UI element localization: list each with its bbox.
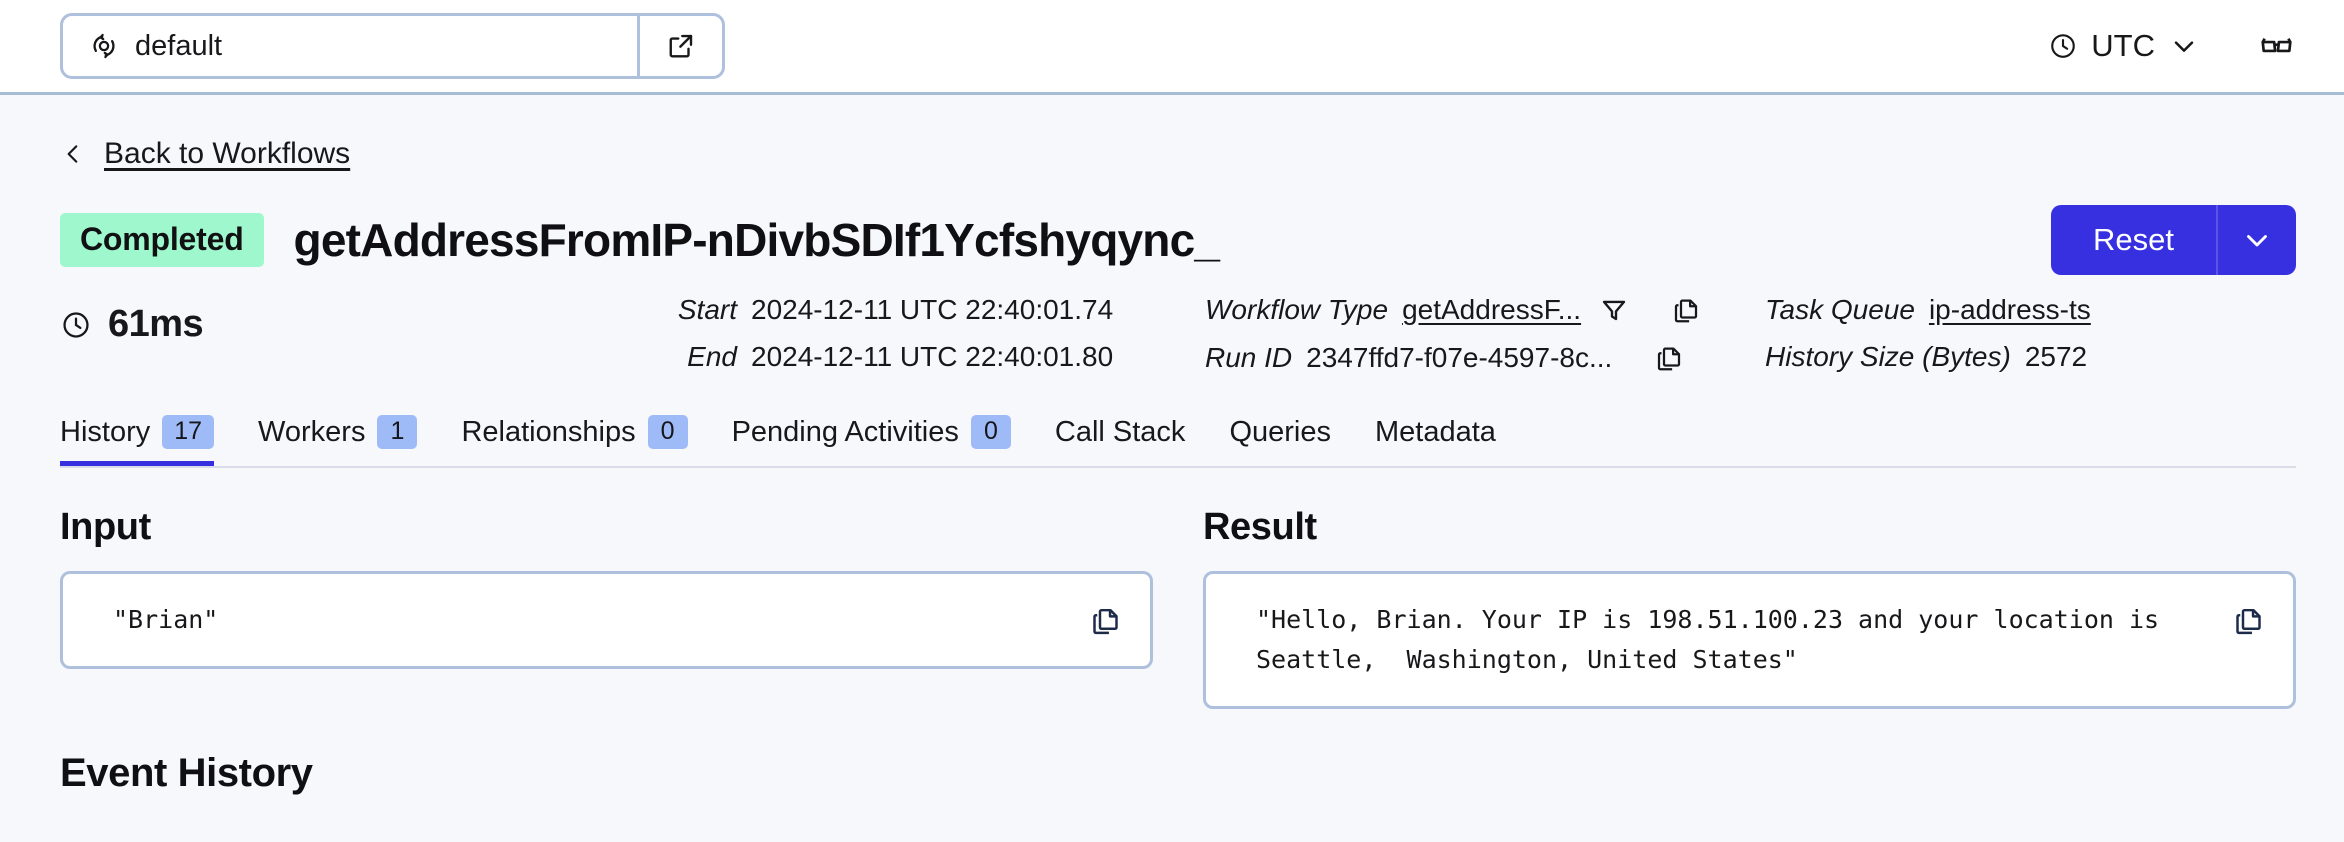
meta-column-times: Start 2024-12-11 UTC 22:40:01.74 End 202…: [645, 295, 1205, 372]
chevron-left-icon: [60, 141, 86, 167]
workflow-tabs: History 17 Workers 1 Relationships 0 Pen…: [60, 415, 2296, 469]
tab-metadata[interactable]: Metadata: [1375, 416, 1496, 466]
copy-icon: [1654, 343, 1684, 373]
meta-end: End 2024-12-11 UTC 22:40:01.80: [645, 341, 1205, 373]
top-bar: default UTC: [0, 0, 2344, 95]
meta-start: Start 2024-12-11 UTC 22:40:01.74: [645, 294, 1205, 325]
tab-relationships[interactable]: Relationships 0: [461, 415, 688, 466]
duration-value: 61ms: [108, 303, 204, 345]
workflow-detail-page: Back to Workflows Completed getAddressFr…: [0, 137, 2344, 796]
namespace-selector[interactable]: default: [60, 13, 725, 79]
clock-icon: [60, 309, 92, 341]
meta-column-identity: Workflow Type getAddressF... Run ID 2347…: [1205, 295, 1765, 373]
namespace-external-link-button[interactable]: [637, 16, 722, 76]
meta-history-size-label: History Size (Bytes): [1765, 341, 2011, 373]
clock-icon: [2048, 31, 2078, 61]
input-panel: Input "Brian": [60, 506, 1153, 709]
copy-workflow-type-button[interactable]: [1671, 295, 1701, 325]
tab-relationships-badge: 0: [647, 415, 688, 450]
meta-history-size: History Size (Bytes) 2572: [1765, 341, 2296, 373]
tab-queries[interactable]: Queries: [1229, 416, 1331, 466]
workflow-title-row: Completed getAddressFromIP-nDivbSDIf1Ycf…: [60, 205, 2296, 275]
reading-mode-button[interactable]: [2258, 27, 2296, 65]
result-value: "Hello, Brian. Your IP is 198.51.100.23 …: [1256, 605, 2160, 675]
chevron-down-icon: [2168, 30, 2200, 62]
result-panel-title: Result: [1203, 506, 1317, 549]
input-value: "Brian": [113, 605, 219, 635]
meta-task-queue: Task Queue ip-address-ts: [1765, 294, 2296, 325]
tab-call-stack-label: Call Stack: [1054, 416, 1186, 449]
tab-queries-label: Queries: [1229, 416, 1331, 449]
tab-pending-activities-badge: 0: [970, 415, 1011, 450]
result-panel: Result "Hello, Brian. Your IP is 198.51.…: [1203, 506, 2296, 710]
tab-relationships-label: Relationships: [461, 415, 636, 448]
copy-icon: [2232, 604, 2265, 637]
meta-history-size-value: 2572: [2024, 341, 2088, 373]
meta-task-queue-label: Task Queue: [1765, 294, 1915, 325]
reset-button-group: Reset: [2051, 205, 2296, 275]
tab-pending-activities[interactable]: Pending Activities 0: [732, 415, 1011, 466]
workflow-meta-row: 61ms Start 2024-12-11 UTC 22:40:01.74 En…: [60, 295, 2296, 373]
meta-workflow-type-value[interactable]: getAddressF...: [1402, 295, 1581, 325]
namespace-sync-icon: [89, 31, 119, 61]
workflow-duration: 61ms: [60, 295, 645, 346]
namespace-value: default: [135, 29, 223, 62]
meta-workflow-type: Workflow Type getAddressF...: [1205, 295, 1765, 325]
input-code-box: "Brian": [60, 571, 1153, 670]
meta-start-label: Start: [677, 294, 737, 325]
copy-run-id-button[interactable]: [1654, 343, 1684, 373]
reset-options-button[interactable]: [2216, 205, 2296, 275]
meta-run-id: Run ID 2347ffd7-f07e-4597-8c...: [1205, 343, 1765, 373]
top-bar-right-controls: UTC: [2048, 27, 2296, 65]
page-title: getAddressFromIP-nDivbSDIf1Ycfshyqync_: [293, 214, 1220, 266]
filter-icon: [1599, 295, 1629, 325]
reset-button[interactable]: Reset: [2051, 205, 2216, 275]
namespace-select-button[interactable]: default: [63, 16, 637, 76]
tab-history[interactable]: History 17: [60, 415, 215, 467]
tab-workers[interactable]: Workers 1: [258, 415, 418, 466]
timezone-selector[interactable]: UTC: [2048, 28, 2200, 64]
tab-call-stack[interactable]: Call Stack: [1055, 416, 1186, 466]
tab-pending-activities-label: Pending Activities: [731, 415, 959, 448]
filter-by-workflow-type-button[interactable]: [1599, 295, 1629, 325]
result-code-box: "Hello, Brian. Your IP is 198.51.100.23 …: [1203, 571, 2296, 710]
status-badge: Completed: [60, 213, 264, 267]
external-link-icon: [666, 31, 696, 61]
copy-icon: [1671, 295, 1701, 325]
tab-metadata-label: Metadata: [1374, 416, 1496, 449]
input-result-panels: Input "Brian" Result "Hello, Brian. Your…: [60, 506, 2296, 710]
meta-end-label: End: [687, 341, 737, 373]
meta-run-id-label: Run ID: [1205, 342, 1293, 374]
back-link-label: Back to Workflows: [104, 137, 351, 170]
glasses-icon: [2258, 27, 2296, 65]
back-to-workflows-link[interactable]: Back to Workflows: [60, 137, 350, 171]
event-history-heading: Event History: [60, 751, 313, 796]
meta-task-queue-value[interactable]: ip-address-ts: [1929, 295, 2091, 325]
tab-history-badge: 17: [162, 415, 215, 450]
copy-icon: [1089, 604, 1122, 637]
meta-workflow-type-label: Workflow Type: [1205, 294, 1389, 326]
timezone-label: UTC: [2091, 28, 2155, 63]
meta-column-queue: Task Queue ip-address-ts History Size (B…: [1765, 295, 2296, 372]
meta-start-value: 2024-12-11 UTC 22:40:01.74: [751, 294, 1114, 325]
tab-history-label: History: [60, 415, 151, 448]
tab-workers-label: Workers: [258, 415, 366, 448]
tab-workers-badge: 1: [377, 415, 418, 450]
copy-result-button[interactable]: [2232, 600, 2265, 637]
meta-end-value: 2024-12-11 UTC 22:40:01.80: [751, 341, 1114, 373]
copy-input-button[interactable]: [1089, 600, 1122, 637]
meta-run-id-value: 2347ffd7-f07e-4597-8c...: [1306, 342, 1613, 374]
chevron-down-icon: [2240, 223, 2274, 257]
input-panel-title: Input: [60, 506, 151, 549]
